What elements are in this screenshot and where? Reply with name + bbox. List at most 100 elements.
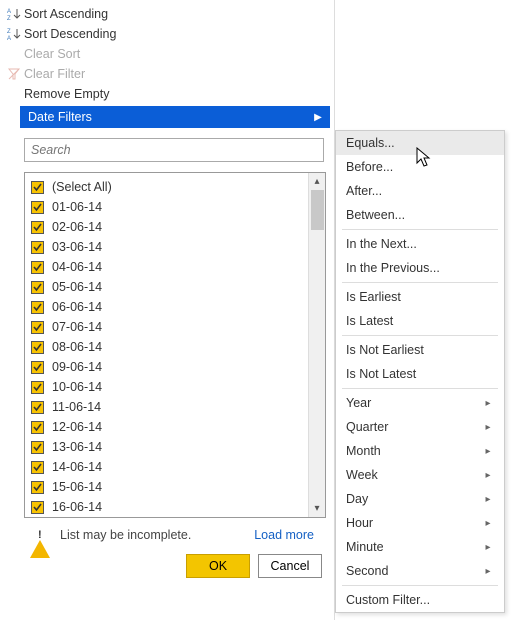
before-item[interactable]: Before... [336,155,504,179]
menu-label: Clear Filter [24,67,334,81]
checkbox-icon[interactable] [31,461,44,474]
menu-label: Sort Descending [24,27,334,41]
list-item-label: 04-06-14 [52,260,102,274]
list-item[interactable]: 08-06-14 [31,337,325,357]
submenu-arrow-icon: ▸ [484,566,498,577]
separator [342,388,498,389]
svg-text:A: A [7,9,11,15]
checkbox-icon[interactable] [31,401,44,414]
checkbox-icon[interactable] [31,381,44,394]
checkbox-icon[interactable] [31,281,44,294]
list-item[interactable]: 07-06-14 [31,317,325,337]
checkbox-icon[interactable] [31,421,44,434]
minute-item[interactable]: Minute▸ [336,535,504,559]
submenu-arrow-icon: ▸ [484,470,498,481]
search-input[interactable] [24,138,324,162]
in-the-previous-item[interactable]: In the Previous... [336,256,504,280]
year-item[interactable]: Year▸ [336,391,504,415]
list-item[interactable]: 05-06-14 [31,277,325,297]
submenu-arrow-icon: ▸ [484,422,498,433]
list-item[interactable]: 02-06-14 [31,217,325,237]
list-item-label: 01-06-14 [52,200,102,214]
is-earliest-item[interactable]: Is Earliest [336,285,504,309]
list-item-label: 03-06-14 [52,240,102,254]
submenu-arrow-icon: ▸ [484,494,498,505]
search-wrap [0,130,334,166]
scrollbar[interactable]: ▴ ▾ [308,173,325,517]
chevron-down-icon[interactable]: ▾ [309,500,325,517]
list-item[interactable]: 15-06-14 [31,477,325,497]
clear-filter-item: Clear Filter [0,64,334,84]
second-item[interactable]: Second▸ [336,559,504,583]
filter-panel: AZ Sort Ascending ZA Sort Descending Cle… [0,0,335,620]
list-item[interactable]: 06-06-14 [31,297,325,317]
list-item[interactable]: 16-06-14 [31,497,325,517]
ok-button[interactable]: OK [186,554,250,578]
checkbox-icon[interactable] [31,341,44,354]
is-not-latest-item[interactable]: Is Not Latest [336,362,504,386]
list-item-label: 10-06-14 [52,380,102,394]
checkbox-icon[interactable] [31,261,44,274]
cancel-button[interactable]: Cancel [258,554,322,578]
list-item[interactable]: 01-06-14 [31,197,325,217]
svg-text:A: A [7,36,11,41]
clear-filter-icon [4,67,24,81]
checkbox-icon[interactable] [31,221,44,234]
list-item-label: 05-06-14 [52,280,102,294]
sort-descending-item[interactable]: ZA Sort Descending [0,24,334,44]
checkbox-icon[interactable] [31,181,44,194]
list-item[interactable]: 17-06-14 [31,517,325,518]
warning-row: List may be incomplete. Load more [0,522,334,548]
sort-ascending-item[interactable]: AZ Sort Ascending [0,4,334,24]
checkbox-icon[interactable] [31,441,44,454]
list-item[interactable]: 04-06-14 [31,257,325,277]
sort-descending-icon: ZA [4,27,24,41]
submenu-arrow-icon: ▸ [484,398,498,409]
between-item[interactable]: Between... [336,203,504,227]
list-item-label: 06-06-14 [52,300,102,314]
list-item[interactable]: 10-06-14 [31,377,325,397]
list-item-label: 16-06-14 [52,500,102,514]
list-item-label: 15-06-14 [52,480,102,494]
list-item[interactable]: 09-06-14 [31,357,325,377]
list-item[interactable]: 14-06-14 [31,457,325,477]
checkbox-icon[interactable] [31,361,44,374]
month-item[interactable]: Month▸ [336,439,504,463]
checkbox-icon[interactable] [31,321,44,334]
menu-label: Sort Ascending [24,7,334,21]
day-item[interactable]: Day▸ [336,487,504,511]
custom-filter-item[interactable]: Custom Filter... [336,588,504,612]
checkbox-icon[interactable] [31,501,44,514]
list-item[interactable]: 13-06-14 [31,437,325,457]
scrollbar-thumb[interactable] [311,190,324,230]
chevron-up-icon[interactable]: ▴ [309,173,325,190]
is-not-earliest-item[interactable]: Is Not Earliest [336,338,504,362]
load-more-link[interactable]: Load more [254,528,324,542]
is-latest-item[interactable]: Is Latest [336,309,504,333]
date-filters-item[interactable]: Date Filters ▶ [20,106,330,128]
hour-item[interactable]: Hour▸ [336,511,504,535]
menu-label: Date Filters [28,110,314,124]
separator [342,229,498,230]
list-item-label: 13-06-14 [52,440,102,454]
list-item-label: 11-06-14 [52,400,101,414]
checkbox-icon[interactable] [31,481,44,494]
checkbox-icon[interactable] [31,201,44,214]
quarter-item[interactable]: Quarter▸ [336,415,504,439]
clear-sort-item: Clear Sort [0,44,334,64]
separator [342,335,498,336]
date-filters-submenu: Equals... Before... After... Between... … [335,130,505,613]
list-item[interactable]: 12-06-14 [31,417,325,437]
checkbox-icon[interactable] [31,241,44,254]
checkbox-icon[interactable] [31,301,44,314]
list-item[interactable]: (Select All) [31,177,325,197]
week-item[interactable]: Week▸ [336,463,504,487]
submenu-arrow-icon: ▸ [484,542,498,553]
equals-item[interactable]: Equals... [336,131,504,155]
after-item[interactable]: After... [336,179,504,203]
list-item-label: (Select All) [52,180,112,194]
list-item[interactable]: 03-06-14 [31,237,325,257]
in-the-next-item[interactable]: In the Next... [336,232,504,256]
remove-empty-item[interactable]: Remove Empty [0,84,334,104]
list-item[interactable]: 11-06-14 [31,397,325,417]
